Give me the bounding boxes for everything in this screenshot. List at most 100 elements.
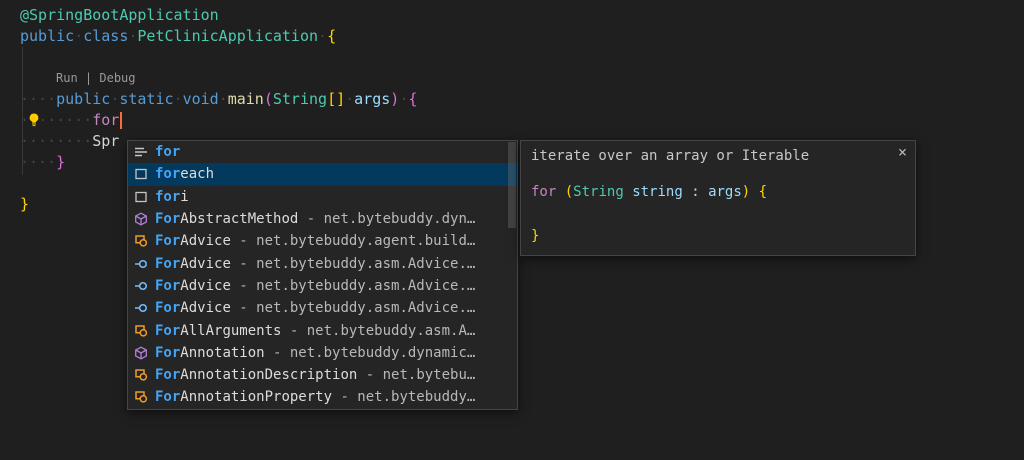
suggest-item[interactable]: ForAbstractMethod - net.bytebuddy.dyn… (128, 208, 517, 230)
class-icon (133, 367, 149, 383)
suggest-match-text: for (155, 144, 180, 160)
doc-summary-text: iterate over an array or Iterable (531, 148, 809, 164)
code-token: · (345, 90, 354, 108)
suggest-item-detail: - net.bytebuddy.asm.Advice.… (231, 278, 475, 294)
code-token (624, 184, 632, 200)
suggest-item[interactable]: ForAdvice - net.bytebuddy.agent.build… (128, 230, 517, 252)
suggest-rest-text: AbstractMethod (180, 211, 298, 227)
suggest-item[interactable]: ForAdvice - net.bytebuddy.asm.Advice.… (128, 275, 517, 297)
code-token: ) (742, 184, 750, 200)
suggest-rest-text: i (180, 189, 188, 205)
suggest-item-label: foreach (155, 166, 214, 182)
suggest-item-label: ForAnnotationProperty (155, 389, 332, 405)
code-token (750, 184, 758, 200)
close-icon[interactable]: × (898, 143, 907, 161)
code-line[interactable]: public·class·PetClinicApplication·{ (0, 26, 1024, 47)
text-cursor (120, 112, 122, 129)
code-token: for (92, 111, 119, 129)
suggest-item-label: ForAnnotationDescription (155, 367, 357, 383)
suggest-match-text: For (155, 300, 180, 316)
class-icon (133, 323, 149, 339)
suggest-item-label: for (155, 144, 180, 160)
suggest-rest-text: AnnotationProperty (180, 389, 332, 405)
suggest-match-text: For (155, 345, 180, 361)
codelens-line: Run | Debug (0, 68, 1024, 89)
code-line[interactable]: @SpringBootApplication (0, 5, 1024, 26)
code-token: { (759, 184, 767, 200)
suggest-match-text: For (155, 389, 180, 405)
code-token: class (83, 27, 128, 45)
suggest-match-text: For (155, 278, 180, 294)
suggest-item[interactable]: ForAnnotationProperty - net.bytebuddy… (128, 386, 517, 408)
suggest-item-detail: - net.bytebuddy.asm.Advice.… (231, 300, 475, 316)
code-line[interactable] (0, 47, 1024, 68)
suggest-docs-panel: iterate over an array or Iterable × for … (520, 140, 916, 256)
suggest-item-detail: - net.bytebuddy.dyn… (298, 211, 475, 227)
code-line[interactable]: ····public·static·void·main(String[]·arg… (0, 89, 1024, 110)
code-token: · (174, 90, 183, 108)
suggest-item-label: ForAnnotation (155, 345, 265, 361)
suggest-rest-text: Advice (180, 300, 231, 316)
suggest-list: forforeachforiForAbstractMethod - net.by… (128, 141, 517, 409)
code-token: } (20, 195, 29, 213)
code-token: args (354, 90, 390, 108)
code-token: String (273, 90, 327, 108)
suggest-scrollbar[interactable] (508, 142, 516, 408)
codelens-separator: | (78, 71, 100, 85)
scrollbar-thumb[interactable] (508, 142, 516, 228)
suggest-item[interactable]: ForAnnotation - net.bytebuddy.dynamic… (128, 342, 517, 364)
code-token (683, 184, 691, 200)
interface-icon (133, 300, 149, 316)
suggest-item[interactable]: foreach (128, 163, 517, 185)
code-token: ( (264, 90, 273, 108)
suggest-item-label: ForAdvice (155, 300, 231, 316)
suggest-rest-text: each (180, 166, 214, 182)
class-icon (133, 233, 149, 249)
interface-icon (133, 278, 149, 294)
suggest-item-detail: - net.bytebu… (357, 367, 475, 383)
code-token: public (20, 27, 74, 45)
lightbulb-icon[interactable] (26, 112, 42, 128)
code-token: { (327, 27, 336, 45)
suggest-item[interactable]: fori (128, 186, 517, 208)
suggest-item-detail: - net.bytebuddy.asm.Advice.… (231, 256, 475, 272)
code-line[interactable]: ········for (0, 110, 1024, 131)
suggest-item-label: ForAdvice (155, 278, 231, 294)
codelens-run[interactable]: Run (56, 71, 78, 85)
interface-icon (133, 256, 149, 272)
code-token: · (318, 27, 327, 45)
doc-code-line: for (String string : args) { (531, 181, 767, 203)
code-token: · (74, 27, 83, 45)
suggest-match-text: For (155, 233, 180, 249)
code-token: ········ (20, 132, 92, 150)
suggest-item[interactable]: ForAdvice - net.bytebuddy.asm.Advice.… (128, 252, 517, 274)
code-token: { (408, 90, 417, 108)
suggest-match-text: For (155, 211, 180, 227)
suggest-item-detail: - net.bytebuddy.agent.build… (231, 233, 475, 249)
suggest-rest-text: Advice (180, 233, 231, 249)
suggest-item[interactable]: ForAnnotationDescription - net.bytebu… (128, 364, 517, 386)
suggest-item[interactable]: ForAllArguments - net.bytebuddy.asm.A… (128, 319, 517, 341)
code-token: ) (390, 90, 399, 108)
suggest-rest-text: AnnotationDescription (180, 367, 357, 383)
suggest-rest-text: Advice (180, 278, 231, 294)
code-token: string (632, 184, 683, 200)
code-token: args (708, 184, 742, 200)
suggest-match-text: for (155, 189, 180, 205)
codelens-debug[interactable]: Debug (99, 71, 135, 85)
suggest-item-label: fori (155, 189, 189, 205)
suggest-match-text: For (155, 367, 180, 383)
code-token: for (531, 184, 556, 200)
code-token: ···· (20, 153, 56, 171)
code-token: · (399, 90, 408, 108)
suggest-widget: forforeachforiForAbstractMethod - net.by… (127, 140, 518, 410)
code-token: static (119, 90, 173, 108)
code-token: } (56, 153, 65, 171)
suggest-item[interactable]: for (128, 141, 517, 163)
keyword-icon (133, 144, 149, 160)
doc-code-block: for (String string : args) { } (531, 181, 767, 247)
method-icon (133, 211, 149, 227)
suggest-item[interactable]: ForAdvice - net.bytebuddy.asm.Advice.… (128, 297, 517, 319)
suggest-item-label: ForAdvice (155, 233, 231, 249)
suggest-item-label: ForAbstractMethod (155, 211, 298, 227)
